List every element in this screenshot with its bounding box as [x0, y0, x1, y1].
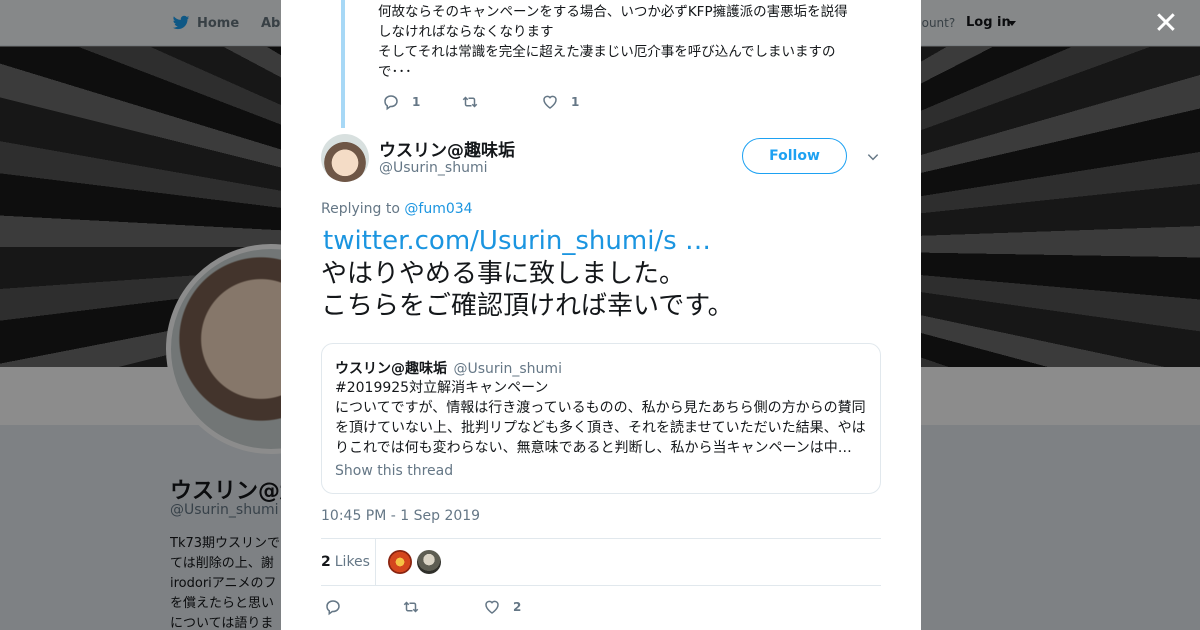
quoted-tweet-header: ウスリン@趣味垢 @Usurin_shumi	[335, 358, 562, 378]
likes-bar: 2 Likes	[321, 538, 881, 586]
tweet-text: やはりやめる事に致しました。 こちらをご確認頂ければ幸いです。	[321, 258, 901, 322]
previous-tweet-line: 何故ならそのキャンペーンをする場合、いつか必ずKFP擁護派の害悪垢を説得	[378, 4, 848, 20]
divider	[375, 539, 376, 585]
previous-tweet-line: しなければならなくなります	[378, 24, 554, 40]
liker-avatar[interactable]	[388, 550, 412, 574]
previous-retweet-button[interactable]	[461, 93, 479, 111]
quoted-tweet-handle: @Usurin_shumi	[453, 361, 562, 377]
previous-like-button[interactable]: 1	[541, 93, 579, 111]
heart-icon	[543, 95, 557, 109]
tweet-url-link[interactable]: twitter.com/Usurin_shumi/s …	[323, 226, 711, 256]
likes-count-number: 2	[321, 554, 331, 570]
likes-count-label: Likes	[334, 554, 370, 570]
previous-reply-button[interactable]: 1	[382, 93, 420, 111]
tweet-modal: 何故ならそのキャンペーンをする場合、いつか必ずKFP擁護派の害悪垢を説得 しなけ…	[281, 0, 921, 630]
replying-to-link[interactable]: @fum034	[404, 201, 472, 217]
tweet-timestamp[interactable]: 10:45 PM - 1 Sep 2019	[321, 508, 480, 524]
reply-icon	[326, 600, 340, 616]
retweet-button[interactable]	[402, 598, 420, 616]
thread-connector-line	[341, 0, 345, 128]
quoted-tweet-line: りこれでは何も変わらない、無意味であると判断し、私から当キャンペーンは中…	[335, 440, 852, 456]
previous-tweet-line: で･･･	[378, 64, 412, 80]
reply-icon	[384, 95, 398, 111]
quoted-tweet[interactable]: ウスリン@趣味垢 @Usurin_shumi #2019925対立解消キャンペー…	[321, 343, 881, 494]
replying-to: Replying to @fum034	[321, 201, 473, 217]
author-name[interactable]: ウスリン@趣味垢	[379, 136, 515, 161]
quoted-tweet-text: #2019925対立解消キャンペーン についてですが、情報は行き渡っているものの…	[335, 378, 870, 458]
follow-button[interactable]: Follow	[742, 138, 847, 174]
quoted-tweet-line: #2019925対立解消キャンペーン	[335, 380, 549, 396]
quoted-tweet-line: を頂けていない上、批判リプなども多く頂き、それを読ませていただいた結果、やは	[335, 420, 866, 436]
previous-tweet-text: 何故ならそのキャンペーンをする場合、いつか必ずKFP擁護派の害悪垢を説得 しなけ…	[378, 2, 878, 82]
previous-like-count: 1	[571, 95, 580, 109]
retweet-icon	[462, 96, 478, 108]
tweet-text-line: やはりやめる事に致しました。	[321, 259, 686, 289]
liker-avatar[interactable]	[417, 550, 441, 574]
like-button[interactable]: 2	[483, 598, 521, 616]
author-avatar[interactable]	[321, 134, 369, 182]
tweet-text-line: こちらをご確認頂ければ幸いです。	[321, 291, 734, 321]
close-icon[interactable]: ✕	[1152, 9, 1180, 39]
reply-button[interactable]	[324, 598, 342, 616]
likes-count[interactable]: 2 Likes	[321, 554, 370, 570]
like-count: 2	[513, 600, 522, 614]
quoted-tweet-name: ウスリン@趣味垢	[335, 361, 447, 377]
previous-reply-count: 1	[412, 95, 421, 109]
chevron-down-icon[interactable]	[866, 150, 880, 164]
heart-icon	[485, 600, 499, 614]
show-thread-link[interactable]: Show this thread	[335, 463, 453, 479]
retweet-icon	[403, 601, 419, 613]
previous-tweet-line: そしてそれは常識を完全に超えた凄まじい厄介事を呼び込んでしまいますの	[378, 44, 836, 60]
replying-to-prefix: Replying to	[321, 201, 400, 217]
author-handle[interactable]: @Usurin_shumi	[379, 160, 488, 176]
quoted-tweet-line: についてですが、情報は行き渡っているものの、私から見たあちら側の方からの賛同	[335, 400, 866, 416]
